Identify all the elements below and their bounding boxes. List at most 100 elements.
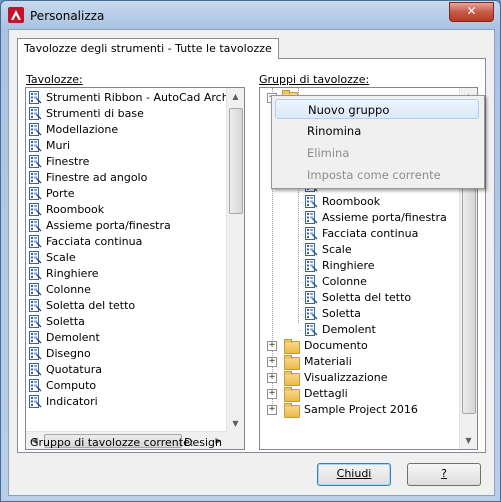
customize-dialog: Personalizza ✕ Tavolozze degli strumenti… [0,0,501,502]
palette-icon [29,107,42,120]
palettes-vertical-scrollbar[interactable]: ▲ ▼ [226,88,244,432]
tree-branch [298,266,304,267]
palette-list-item-label: Assieme porta/finestra [46,219,171,232]
expander-icon[interactable]: + [267,357,277,367]
scroll-down-arrow-icon[interactable]: ▼ [460,432,477,449]
palette-icon [29,267,42,280]
palette-icon [29,203,42,216]
tree-branch [298,202,304,203]
palette-icon [305,323,318,336]
palette-icon [305,291,318,304]
help-button[interactable]: ? [407,463,481,486]
palette-icon [29,171,42,184]
expander-icon[interactable]: + [267,373,277,383]
palette-icon [29,283,42,296]
scroll-down-arrow-icon[interactable]: ▼ [227,415,244,432]
tree-branch [298,314,304,315]
palette-list-item-label: Muri [46,139,71,152]
tree-branch [298,234,304,235]
palette-list-item-label: Indicatori [46,395,98,408]
close-button[interactable]: Chiudi [317,463,391,486]
palette-icon [29,155,42,168]
palette-list-item-label: Finestre [46,155,90,168]
expander-icon[interactable]: + [267,405,277,415]
palette-list-item-label: Finestre ad angolo [46,171,148,184]
palette-icon [305,195,318,208]
tree-group-item-label: Sample Project 2016 [304,403,418,416]
folder-icon [284,403,300,418]
tree-palette-item-label: Soletta del tetto [322,291,412,304]
palette-icon [29,235,42,248]
palette-icon [305,275,318,288]
tree-palette-item-label: Assieme porta/finestra [322,211,447,224]
current-group-label: Gruppo di tavolozze corrente: [30,436,194,449]
palette-list-item-label: Strumenti di base [46,107,144,120]
palette-list-item-label: Soletta [46,315,85,328]
folder-icon [284,355,300,370]
palette-groups-label: Gruppi di tavolozze: [259,73,370,86]
folder-icon [284,387,300,402]
tree-branch [298,298,304,299]
tree-palette-item-label: Facciata continua [322,227,419,240]
tree-palette-item-label: Colonne [322,275,367,288]
tree-palette-item-label: Ringhiere [322,259,375,272]
autocad-logo-icon [8,7,24,23]
tree-group-item-label: Visualizzazione [304,371,388,384]
palette-icon [29,219,42,232]
scroll-thumb[interactable] [229,108,243,214]
palette-icon [29,363,42,376]
scroll-corner [227,432,244,449]
palette-icon [29,299,42,312]
folder-icon [284,371,300,386]
palette-icon [305,259,318,272]
palette-icon [29,139,42,152]
menu-item-rename[interactable]: Rinomina [275,121,479,141]
palette-icon [29,347,42,360]
palette-icon [29,379,42,392]
tree-branch [298,282,304,283]
current-group-value: Design [184,436,222,449]
palette-icon [29,251,42,264]
tree-palette-item-label: Demolent [322,323,376,336]
palette-list-item-label: Quotatura [46,363,102,376]
palette-icon [305,211,318,224]
palette-icon [29,315,42,328]
tab-all-palettes[interactable]: Tavolozze degli strumenti - Tutte le tav… [17,38,279,59]
palette-list-item-label: Porte [46,187,75,200]
window-title: Personalizza [30,9,105,23]
palette-list-item-label: Roombook [46,203,105,216]
palette-icon [305,227,318,240]
palette-list-item-label: Facciata continua [46,235,143,248]
scroll-up-arrow-icon[interactable]: ▲ [227,88,244,105]
palette-list-item-label: Demolent [46,331,100,344]
palette-list-item-label: Strumenti Ribbon - AutoCad Architecture [46,91,244,104]
palette-list-item-label: Ringhiere [46,267,99,280]
tree-group-item-label: Dettagli [304,387,348,400]
expander-icon[interactable]: + [267,389,277,399]
tree-branch [298,250,304,251]
tree-branch [298,218,304,219]
folder-icon [284,339,300,354]
menu-item-new-group[interactable]: Nuovo gruppo [275,99,479,119]
palette-list-item-label: Disegno [46,347,91,360]
context-menu: Nuovo gruppo Rinomina Elimina Imposta co… [271,95,485,189]
tree-group-item-label: Materiali [304,355,352,368]
palette-icon [29,331,42,344]
palette-icon [29,91,42,104]
palette-icon [305,243,318,256]
palette-icon [305,307,318,320]
title-bar[interactable]: Personalizza ✕ [1,1,500,29]
tree-palette-item-label: Scale [322,243,352,256]
expander-icon[interactable]: + [267,341,277,351]
palette-list-item-label: Soletta del tetto [46,299,136,312]
palette-icon [29,187,42,200]
palette-list-item-label: Computo [46,379,97,392]
palette-list-item-label: Scale [46,251,76,264]
tree-palette-item-label: Soletta [322,307,361,320]
tree-group-item-label: Documento [304,339,368,352]
palettes-list[interactable]: Strumenti Ribbon - AutoCad Architecture S… [25,87,245,450]
palette-icon [29,395,42,408]
palette-list-item-label: Modellazione [46,123,119,136]
window-close-button[interactable]: ✕ [449,2,494,22]
palette-list-item-label: Colonne [46,283,91,296]
